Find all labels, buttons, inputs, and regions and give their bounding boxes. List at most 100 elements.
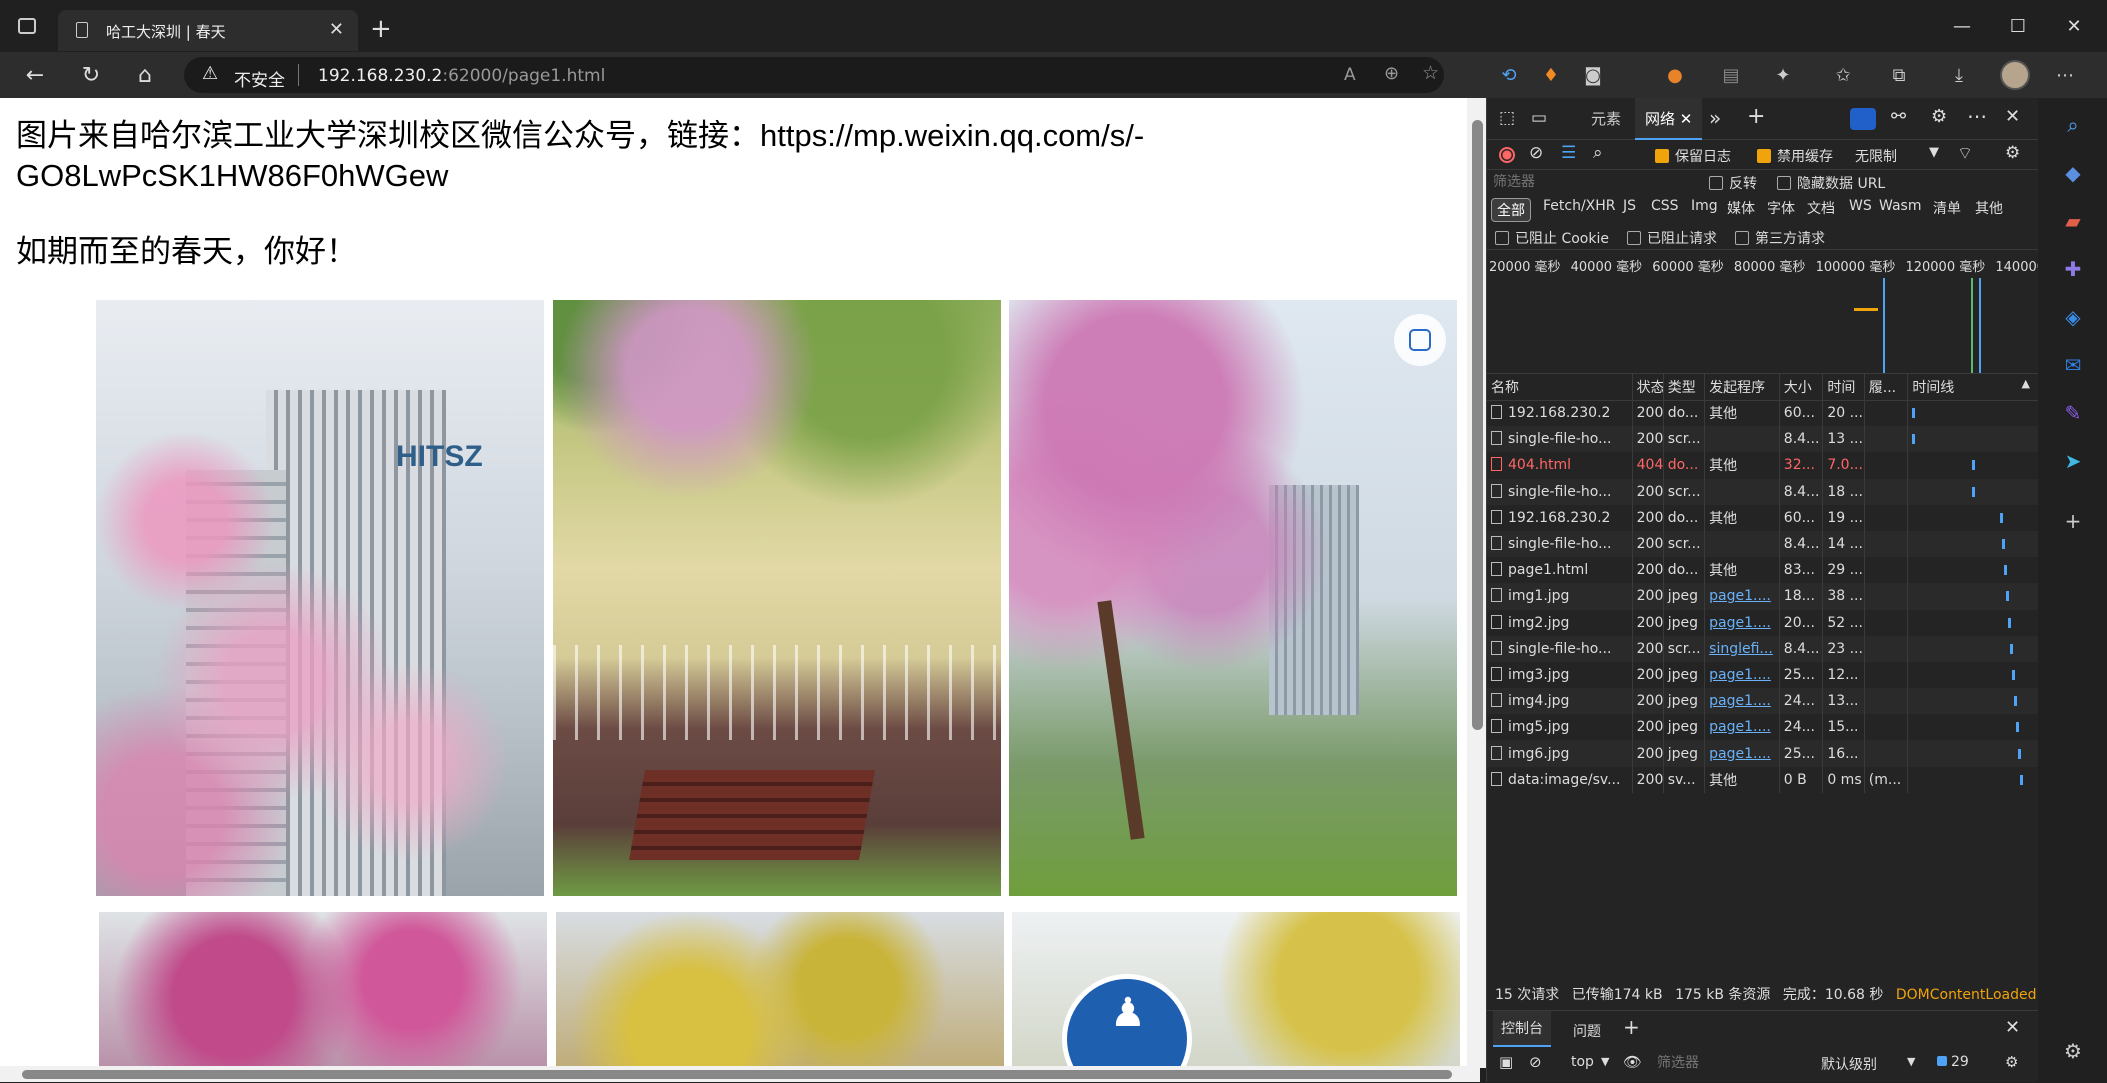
checkbox-checked[interactable]: [1757, 149, 1771, 163]
hide-data-urls-checkbox[interactable]: 隐藏数据 URL: [1777, 173, 1885, 193]
sidebar-settings-icon[interactable]: ⚙: [2058, 1036, 2088, 1066]
drawer-add-icon[interactable]: +: [1623, 1015, 1640, 1039]
filter-img[interactable]: Img: [1691, 198, 1718, 214]
settings-icon[interactable]: ⚙: [1931, 106, 1947, 127]
games-icon[interactable]: ✚: [2058, 254, 2088, 284]
device-toolbar-icon[interactable]: ▭: [1531, 108, 1547, 128]
table-row[interactable]: img6.jpg 200 jpeg page1.... 25... 16...: [1487, 740, 2039, 767]
reload-icon[interactable]: ↻: [74, 59, 108, 93]
filter-css[interactable]: CSS: [1651, 198, 1679, 214]
tab-close-icon[interactable]: ✕: [1680, 110, 1693, 128]
table-row[interactable]: 192.168.230.2 200 do... 其他 60... 20 ...: [1487, 400, 2039, 427]
send-icon[interactable]: ➤: [2058, 446, 2088, 476]
blocked-requests-checkbox[interactable]: 已阻止请求: [1627, 228, 1717, 248]
filter-wasm[interactable]: Wasm: [1879, 198, 1921, 214]
sort-up-icon[interactable]: ▲: [2022, 377, 2030, 390]
feedback-icon[interactable]: [1850, 108, 1876, 130]
table-row[interactable]: 192.168.230.2 200 do... 其他 60... 19 ...: [1487, 504, 2039, 531]
warning-icon[interactable]: ⚠: [202, 63, 218, 84]
issues-badge[interactable]: 29: [1937, 1054, 1969, 1070]
checkbox[interactable]: [1777, 176, 1791, 190]
console-settings-icon[interactable]: ⚙: [2005, 1053, 2018, 1071]
filter-font[interactable]: 字体: [1767, 198, 1795, 218]
invert-checkbox[interactable]: 反转: [1709, 173, 1757, 193]
table-row[interactable]: img3.jpg 200 jpeg page1.... 25... 12...: [1487, 661, 2039, 689]
third-party-checkbox[interactable]: 第三方请求: [1735, 228, 1825, 248]
home-icon[interactable]: ⌂: [128, 59, 162, 93]
column-header[interactable]: 类型: [1663, 374, 1706, 401]
extensions-icon[interactable]: ✦: [1768, 61, 1798, 91]
column-header[interactable]: 履...: [1864, 374, 1909, 401]
designer-icon[interactable]: ✎: [2058, 398, 2088, 428]
window-close-icon[interactable]: ✕: [2054, 12, 2094, 42]
minimize-icon[interactable]: —: [1942, 12, 1982, 42]
favorites-icon[interactable]: ✩: [1828, 61, 1858, 91]
wifi-icon[interactable]: ⌔: [1957, 143, 1973, 164]
column-header[interactable]: 大小: [1779, 374, 1824, 401]
more-tabs-icon[interactable]: »: [1709, 106, 1721, 130]
fox-extension-icon[interactable]: ●: [1660, 61, 1690, 91]
profile-avatar[interactable]: [2000, 60, 2030, 90]
filter-media[interactable]: 媒体: [1727, 198, 1755, 218]
scroll-thumb[interactable]: [22, 1070, 1452, 1079]
zoom-icon[interactable]: ⊕: [1384, 63, 1399, 84]
add-tool-icon[interactable]: +: [1747, 104, 1765, 129]
filter-ws[interactable]: WS: [1849, 198, 1872, 214]
table-row[interactable]: data:image/sv... 200 sv... 其他 0 B0 ms (m...: [1487, 766, 2039, 793]
checkbox[interactable]: [1495, 231, 1509, 245]
url-text[interactable]: 192.168.230.2:62000/page1.html: [318, 66, 605, 86]
record-icon[interactable]: [1499, 147, 1515, 163]
column-header[interactable]: 时间: [1822, 374, 1865, 401]
filter-other[interactable]: 其他: [1975, 198, 2003, 218]
filter-manifest[interactable]: 清单: [1933, 198, 1961, 218]
tab-elements[interactable]: 元素: [1591, 98, 1621, 140]
filter-js[interactable]: JS: [1623, 198, 1636, 214]
filter-icon[interactable]: ☰: [1561, 143, 1576, 163]
filter-input[interactable]: [1493, 172, 1693, 192]
live-expression-icon[interactable]: 👁: [1623, 1053, 1642, 1071]
checkbox-checked[interactable]: [1655, 149, 1669, 163]
visual-search-icon[interactable]: [1409, 329, 1431, 351]
page-horizontal-scrollbar[interactable]: [0, 1066, 1480, 1082]
scroll-thumb[interactable]: [1472, 120, 1483, 730]
console-filter-input[interactable]: [1657, 1053, 1777, 1073]
tab-actions-icon[interactable]: [18, 18, 36, 34]
disable-cache-checkbox[interactable]: 禁用缓存: [1757, 146, 1833, 166]
more-icon[interactable]: ⋯: [2050, 61, 2080, 91]
sidebar-toggle-icon[interactable]: ▣: [1499, 1053, 1513, 1071]
table-row[interactable]: img4.jpg 200 jpeg page1.... 24... 13...: [1487, 688, 2039, 715]
filter-fetch-xhr[interactable]: Fetch/XHR: [1543, 198, 1616, 214]
inspect-icon[interactable]: ⬚: [1499, 108, 1515, 128]
context-select[interactable]: top: [1571, 1054, 1594, 1070]
cell-initiator[interactable]: page1....: [1704, 609, 1780, 636]
search-icon[interactable]: ⌕: [2058, 110, 2088, 140]
cell-initiator[interactable]: page1....: [1704, 714, 1780, 741]
metamask-extension-icon[interactable]: ♦: [1536, 61, 1566, 91]
table-row[interactable]: img1.jpg 200 jpeg page1.... 18... 38 ...: [1487, 583, 2039, 610]
outlook-icon[interactable]: ✉: [2058, 350, 2088, 380]
more-options-icon[interactable]: ⋯: [1967, 104, 1987, 128]
table-row[interactable]: 404.html 404 do... 其他 32... 7.0...: [1487, 452, 2039, 479]
table-row[interactable]: single-file-ho... 200 scr... 8.4... 14 ...: [1487, 530, 2039, 558]
close-devtools-icon[interactable]: ✕: [2005, 106, 2020, 127]
checkbox[interactable]: [1735, 231, 1749, 245]
table-row[interactable]: single-file-ho... 200 scr... 8.4... 18 ...: [1487, 478, 2039, 505]
tab-network[interactable]: 网络 ✕: [1635, 98, 1703, 140]
table-row[interactable]: img2.jpg 200 jpeg page1.... 20... 52 ...: [1487, 609, 2039, 636]
blocked-cookies-checkbox[interactable]: 已阻止 Cookie: [1495, 228, 1609, 248]
add-sidebar-app-icon[interactable]: +: [2058, 506, 2088, 536]
drawer-close-icon[interactable]: ✕: [2005, 1017, 2020, 1038]
level-select[interactable]: 默认级别: [1821, 1054, 1877, 1074]
cell-initiator[interactable]: page1....: [1704, 740, 1780, 767]
filter-all[interactable]: 全部: [1491, 198, 1531, 222]
search-icon[interactable]: ⌕: [1593, 143, 1603, 163]
glasses-extension-icon[interactable]: ◙: [1578, 61, 1608, 91]
chevron-down-icon[interactable]: ▼: [1601, 1055, 1609, 1068]
column-header[interactable]: 状态: [1632, 374, 1664, 401]
table-row[interactable]: single-file-ho... 200 scr... 8.4... 13 ...: [1487, 426, 2039, 453]
browser-tab[interactable]: 哈工大深圳 | 春天 ✕: [58, 10, 358, 51]
column-header-timeline[interactable]: 时间线 ▲: [1907, 374, 2039, 401]
add-favorite-icon[interactable]: ☆: [1422, 62, 1439, 84]
collections-icon[interactable]: ⧉: [1884, 61, 1914, 91]
new-tab-icon[interactable]: +: [370, 14, 392, 44]
